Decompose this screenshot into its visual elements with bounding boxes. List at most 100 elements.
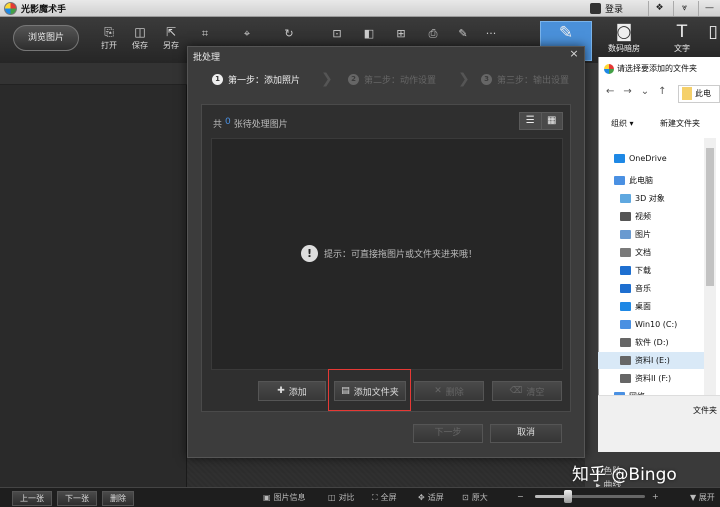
cancel-button[interactable]: 取消: [490, 424, 562, 443]
info-icon: ▣: [263, 493, 271, 502]
folder-tree-item[interactable]: 视频: [620, 208, 651, 225]
frame-icon[interactable]: ⊡: [328, 27, 346, 40]
next-image-button[interactable]: 下一张: [57, 491, 97, 506]
rotate-icon[interactable]: ↻: [280, 27, 298, 40]
folder-tree-label: 桌面: [635, 302, 651, 311]
grid-view-icon[interactable]: ▦: [540, 113, 563, 129]
step-2-label: 第二步：动作设置: [364, 76, 437, 86]
new-folder-button[interactable]: 新建文件夹: [660, 118, 700, 129]
folder-tree-item[interactable]: 音乐: [620, 280, 651, 297]
prev-image-button[interactable]: 上一张: [12, 491, 52, 506]
next-step-button[interactable]: 下一步: [413, 424, 483, 443]
delete-icon: ✕: [434, 386, 442, 396]
text-tab[interactable]: T 文字: [656, 21, 708, 61]
folder-tree-label: 3D 对象: [635, 194, 665, 203]
pending-count: 共 0 张待处理图片: [213, 117, 288, 130]
title-bar: 光影魔术手 登录 ❖ ⩔ —: [0, 0, 720, 17]
minimize-button[interactable]: —: [698, 1, 720, 16]
step-1-number: 1: [212, 74, 223, 85]
address-text: 此电: [695, 89, 711, 98]
compare-icon: ◫: [328, 493, 336, 502]
folder-tree-label: 下载: [635, 266, 651, 275]
folder-tree-item[interactable]: 资料I (E:): [598, 352, 706, 369]
folder-tree-item[interactable]: 网络: [614, 388, 645, 395]
darkroom-tab[interactable]: ◙ 数码暗房: [598, 21, 650, 61]
zoom-out-icon[interactable]: −: [517, 492, 524, 501]
close-icon[interactable]: ×: [566, 47, 582, 61]
forward-icon[interactable]: →: [623, 86, 631, 97]
open-icon: ⎘: [104, 25, 114, 39]
list-view-icon[interactable]: ☰: [520, 113, 541, 129]
user-icon: [590, 3, 601, 14]
folder-icon: [620, 374, 631, 383]
step-1-label: 第一步：添加照片: [228, 76, 301, 86]
delete-image-button[interactable]: 删除: [102, 491, 134, 506]
folder-tree-item[interactable]: 资料II (F:): [620, 370, 671, 387]
folder-icon: [620, 284, 631, 293]
expand-button[interactable]: ▼ 展开: [690, 492, 715, 503]
info-icon: !: [301, 245, 318, 262]
layer-icon[interactable]: ◧: [360, 27, 378, 40]
fit-screen-button[interactable]: ✥ 适屏: [418, 492, 444, 503]
address-bar[interactable]: 此电: [678, 85, 720, 103]
folder-tree-item[interactable]: 此电脑: [614, 172, 653, 189]
zoom-in-icon[interactable]: +: [652, 492, 659, 501]
zoom-slider-thumb[interactable]: [564, 490, 572, 503]
more-tab[interactable]: ▯: [706, 21, 720, 61]
batch-dialog-title: 批处理: [193, 53, 221, 63]
watermark: 知乎 @Bingo: [572, 465, 677, 485]
folder-tree-item[interactable]: 文档: [620, 244, 651, 261]
folder-tree-item[interactable]: 3D 对象: [620, 190, 665, 207]
more-icon[interactable]: ···: [482, 27, 500, 40]
browse-images-button[interactable]: 浏览图片: [13, 25, 79, 51]
folder-tree-item[interactable]: Win10 (C:): [620, 316, 677, 333]
menu-icon[interactable]: ⩔: [673, 1, 695, 16]
pen-icon[interactable]: ✎: [454, 27, 472, 40]
image-info-button[interactable]: ▣ 图片信息: [263, 492, 306, 503]
folder-tree-item[interactable]: 图片: [620, 226, 651, 243]
save-as-label: 另存: [163, 41, 179, 50]
skin-icon[interactable]: ❖: [648, 1, 670, 16]
actual-size-label: 原大: [471, 493, 488, 502]
folder-icon: [620, 248, 631, 257]
delete-button[interactable]: ✕ 删除: [414, 381, 484, 401]
collage-icon[interactable]: ⊞: [392, 27, 410, 40]
folder-icon: [614, 154, 625, 163]
folder-tree-item[interactable]: 下载: [620, 262, 651, 279]
folder-icon: [614, 176, 625, 185]
folder-tree-label: Win10 (C:): [635, 320, 678, 329]
folder-icon: [682, 87, 692, 100]
organize-button[interactable]: 组织 ▾: [611, 118, 634, 129]
open-button[interactable]: ⎘ 打开: [95, 25, 123, 51]
fullscreen-icon: ⛶: [372, 492, 378, 502]
chevron-down-icon[interactable]: ⌄: [641, 86, 649, 97]
compare-label: 对比: [338, 493, 355, 502]
folder-picker-title-text: 请选择要添加的文件夹: [617, 64, 697, 73]
print-icon[interactable]: ⎙: [424, 27, 442, 41]
folder-icon: [620, 212, 631, 221]
drop-hint: ! 提示：可直接拖图片或文件夹进来哦！: [301, 245, 477, 262]
fullscreen-button[interactable]: ⛶ 全屏: [372, 492, 397, 503]
save-button[interactable]: ◫ 保存: [126, 25, 154, 51]
save-as-button[interactable]: ⇱ 另存: [157, 25, 185, 51]
text-label: 文字: [674, 44, 690, 53]
folder-tree-label: 软件 (D:): [635, 338, 669, 347]
step-1: 1 第一步：添加照片: [212, 69, 300, 90]
add-button[interactable]: ✚ 添加: [258, 381, 326, 401]
clear-button[interactable]: ⌫ 清空: [492, 381, 562, 401]
cut-icon[interactable]: ⌖: [238, 27, 256, 41]
actual-size-button[interactable]: ⊡ 原大: [462, 492, 488, 503]
back-icon[interactable]: ←: [606, 86, 614, 97]
scrollbar-thumb[interactable]: [706, 148, 714, 286]
crop-icon[interactable]: ⌗: [196, 27, 214, 41]
plus-icon: ✚: [277, 386, 285, 396]
login-button[interactable]: 登录: [590, 1, 644, 16]
up-icon[interactable]: ↑: [658, 86, 666, 97]
more-tab-icon: ▯: [708, 22, 718, 42]
folder-tree-item[interactable]: 软件 (D:): [620, 334, 669, 351]
folder-tree-item[interactable]: 桌面: [620, 298, 651, 315]
clear-icon: ⌫: [509, 386, 523, 396]
app-title: 光影魔术手: [21, 5, 67, 15]
compare-button[interactable]: ◫ 对比: [328, 492, 355, 503]
folder-tree-item[interactable]: OneDrive: [614, 150, 667, 167]
